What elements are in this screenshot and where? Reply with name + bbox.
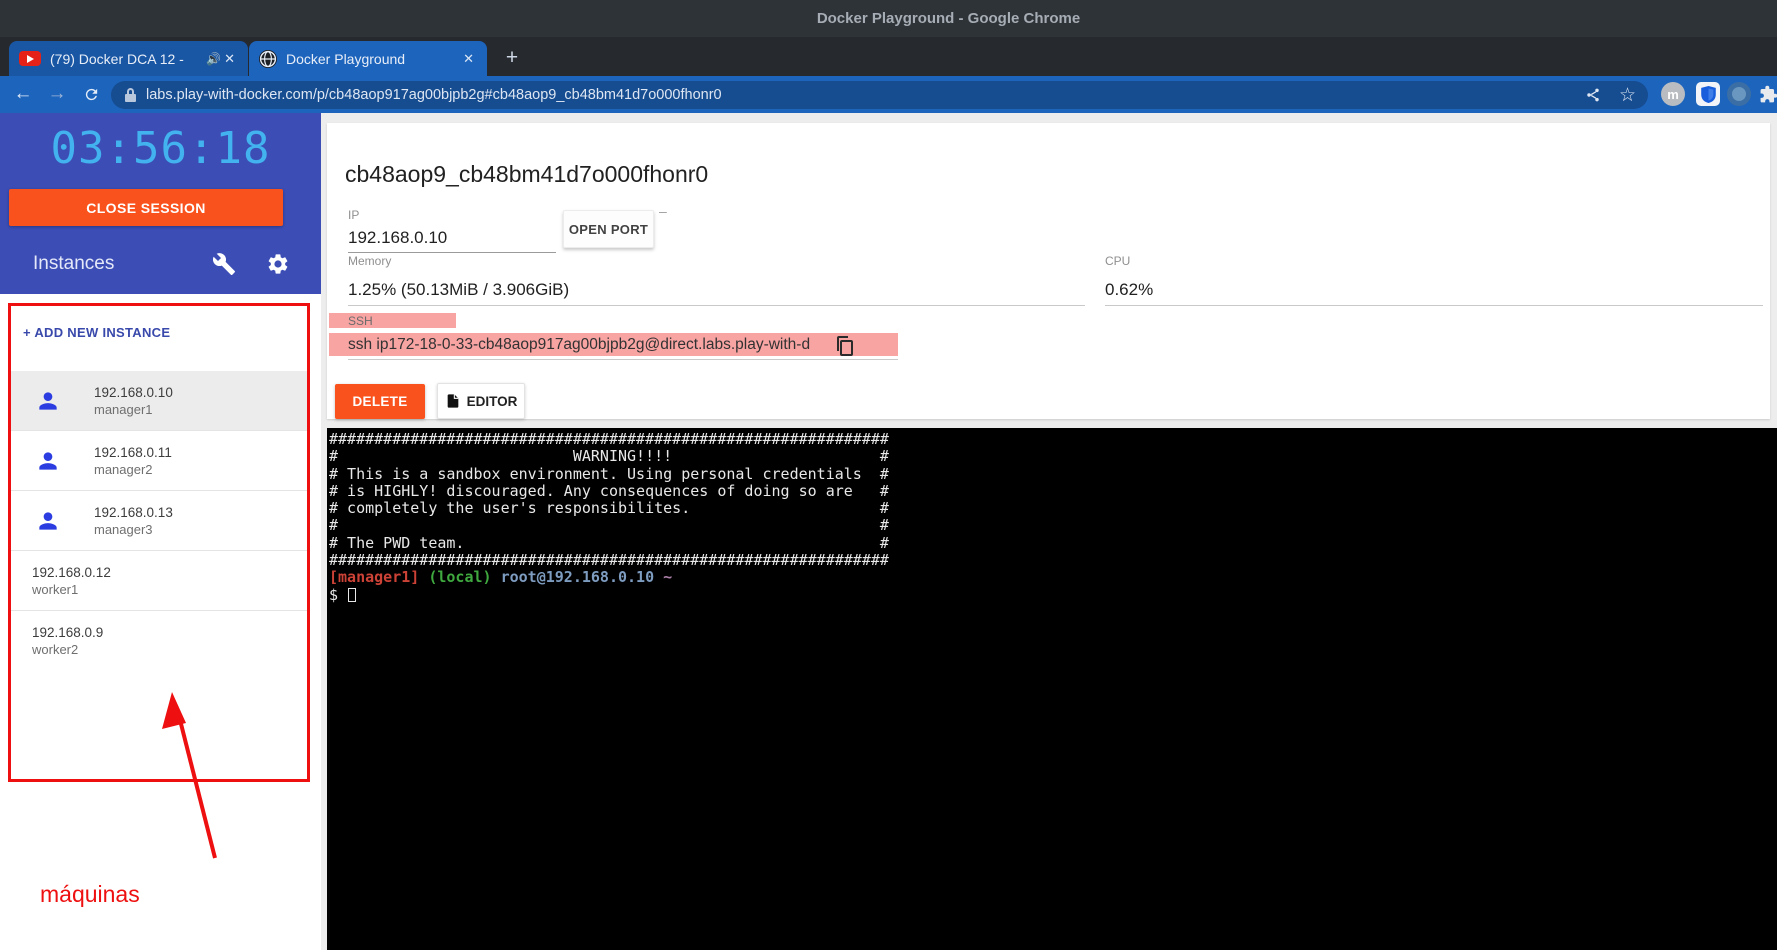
sidebar-header: 03:56:18 CLOSE SESSION Instances	[0, 113, 321, 294]
copy-icon[interactable]	[833, 334, 857, 358]
ip-label: IP	[348, 208, 359, 222]
ip-value[interactable]: 192.168.0.10	[348, 228, 447, 248]
terminal-banner-line: # The PWD team. #	[329, 534, 889, 552]
forward-button[interactable]: →	[42, 79, 72, 109]
instance-ip: 192.168.0.12	[32, 565, 111, 580]
session-timer: 03:56:18	[0, 123, 321, 174]
ip-underline	[348, 252, 556, 253]
memory-label: Memory	[348, 254, 391, 268]
share-icon[interactable]	[1585, 87, 1601, 103]
instance-name: worker1	[32, 582, 111, 597]
tab-youtube[interactable]: (79) Docker DCA 12 - 🔊 ✕	[9, 41, 248, 76]
instance-row-manager3[interactable]: 192.168.0.13 manager3	[11, 491, 307, 551]
instance-name: manager2	[94, 462, 172, 477]
terminal-cursor	[348, 588, 356, 602]
ssh-command-text[interactable]: ssh ip172-18-0-33-cb48aop917ag00bjpb2g@d…	[348, 336, 810, 354]
instance-ip: 192.168.0.11	[94, 445, 172, 460]
instances-header: Instances	[0, 244, 321, 284]
delete-button[interactable]: DELETE	[335, 384, 425, 419]
window-titlebar[interactable]: Docker Playground - Google Chrome	[0, 0, 1777, 37]
terminal[interactable]: ########################################…	[327, 428, 1777, 950]
gear-icon[interactable]	[266, 252, 290, 276]
browser-toolbar: ← → labs.play-with-docker.com/p/cb48aop9…	[0, 76, 1777, 113]
terminal-banner-line: # WARNING!!!! #	[329, 447, 889, 465]
port-dash: –	[659, 203, 667, 219]
wrench-icon[interactable]	[212, 252, 236, 276]
ssh-underline	[348, 359, 898, 360]
address-bar[interactable]: labs.play-with-docker.com/p/cb48aop917ag…	[111, 81, 1648, 109]
instance-row-worker1[interactable]: 192.168.0.12 worker1	[11, 551, 307, 611]
prompt-scope: (local)	[428, 568, 491, 586]
main-content: cb48aop9_cb48bm41d7o000fhonr0 IP 192.168…	[321, 113, 1777, 950]
instance-name: worker2	[32, 642, 103, 657]
lock-icon[interactable]	[125, 88, 136, 102]
instance-row-manager2[interactable]: 192.168.0.11 manager2	[11, 431, 307, 491]
cpu-underline	[1105, 305, 1763, 306]
globe-favicon	[259, 50, 277, 68]
extensions-puzzle-icon[interactable]	[1756, 82, 1777, 106]
back-button[interactable]: ←	[8, 79, 38, 109]
memory-value: 1.25% (50.13MiB / 3.906GiB)	[348, 280, 569, 300]
ssh-label: SSH	[348, 314, 373, 328]
person-icon	[35, 388, 61, 414]
maquinas-annotation-label: máquinas	[40, 881, 140, 908]
audio-playing-icon[interactable]: 🔊	[206, 52, 221, 66]
instances-label: Instances	[33, 253, 114, 275]
editor-button[interactable]: EDITOR	[437, 383, 525, 419]
bitwarden-shield-icon[interactable]	[1696, 82, 1720, 106]
session-card: cb48aop9_cb48bm41d7o000fhonr0 IP 192.168…	[327, 123, 1770, 419]
youtube-icon	[19, 51, 41, 66]
memory-underline	[348, 305, 1085, 306]
window-title: Docker Playground - Google Chrome	[697, 10, 1080, 27]
bookmark-star-icon[interactable]: ☆	[1619, 84, 1636, 107]
instance-name: manager1	[94, 402, 173, 417]
instance-row-worker2[interactable]: 192.168.0.9 worker2	[11, 611, 307, 671]
cpu-value: 0.62%	[1105, 280, 1153, 300]
close-session-button[interactable]: CLOSE SESSION	[9, 189, 283, 226]
tab-close-icon[interactable]: ✕	[221, 51, 238, 67]
prompt-node: [manager1]	[329, 568, 419, 586]
globe-extension-icon[interactable]	[1727, 82, 1751, 106]
instance-ip: 192.168.0.9	[32, 625, 103, 640]
prompt-dollar: $	[329, 586, 338, 604]
tab-close-icon[interactable]: ✕	[460, 51, 477, 67]
extension-m-icon[interactable]: m	[1661, 82, 1685, 106]
terminal-banner-line: # #	[329, 516, 889, 534]
instance-list: 192.168.0.10 manager1 192.168.0.11 manager…	[11, 371, 307, 671]
tab-title: (79) Docker DCA 12 -	[50, 51, 198, 67]
tab-strip: (79) Docker DCA 12 - 🔊 ✕ Docker Playgrou…	[0, 37, 1777, 76]
instance-ip: 192.168.0.13	[94, 505, 173, 520]
new-tab-button[interactable]: +	[498, 44, 526, 72]
editor-label: EDITOR	[467, 394, 518, 409]
prompt-user-host: root@192.168.0.10	[501, 568, 655, 586]
terminal-banner-line: # completely the user's responsibilites.…	[329, 499, 889, 517]
open-port-button[interactable]: OPEN PORT	[563, 210, 654, 248]
instance-row-manager1[interactable]: 192.168.0.10 manager1	[11, 371, 307, 431]
tab-title: Docker Playground	[286, 51, 452, 67]
add-new-instance-button[interactable]: + ADD NEW INSTANCE	[23, 325, 170, 340]
reload-button[interactable]	[76, 79, 106, 109]
prompt-path: ~	[663, 568, 672, 586]
session-title: cb48aop9_cb48bm41d7o000fhonr0	[345, 161, 708, 188]
instance-ip: 192.168.0.10	[94, 385, 173, 400]
terminal-banner-line: ########################################…	[329, 430, 889, 448]
file-icon	[445, 392, 461, 410]
terminal-banner-line: # This is a sandbox environment. Using p…	[329, 465, 889, 483]
cpu-label: CPU	[1105, 254, 1130, 268]
person-icon	[35, 448, 61, 474]
url-text: labs.play-with-docker.com/p/cb48aop917ag…	[146, 87, 722, 103]
instance-name: manager3	[94, 522, 173, 537]
person-icon	[35, 508, 61, 534]
tab-docker-playground[interactable]: Docker Playground ✕	[249, 41, 487, 76]
terminal-banner-line: ########################################…	[329, 551, 889, 569]
terminal-banner-line: # is HIGHLY! discouraged. Any consequenc…	[329, 482, 889, 500]
sidebar: 03:56:18 CLOSE SESSION Instances + ADD N…	[0, 113, 321, 950]
